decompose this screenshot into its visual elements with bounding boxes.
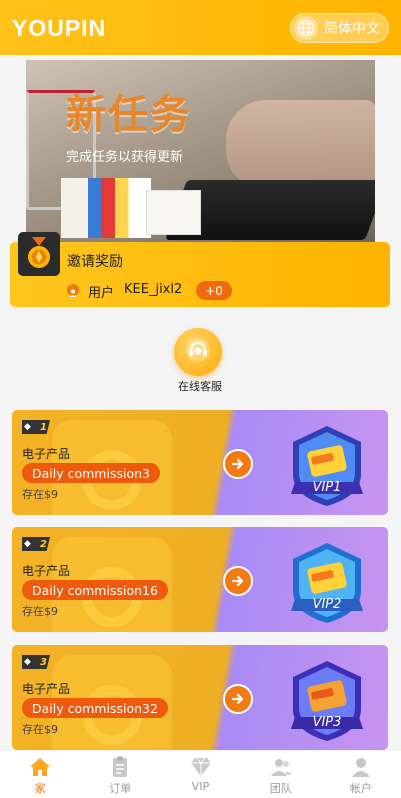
- vip-card-2[interactable]: 2 ◆ 电子产品 Daily commission16 存在$9 VIP2: [12, 527, 388, 632]
- clipboard-icon: [113, 756, 128, 777]
- vip-level-label: VIP3: [312, 715, 342, 730]
- user-name: KEE_jixl2: [124, 282, 183, 297]
- invite-reward-card[interactable]: 邀请奖励 用户 KEE_jixl2 +0: [10, 232, 390, 307]
- vip-shield-icon: [291, 543, 363, 623]
- commission-pill: Daily commission3: [22, 463, 160, 483]
- arrow-right-button[interactable]: [223, 566, 253, 596]
- banner-photo-bags: [61, 178, 151, 238]
- vip-card-3[interactable]: 3 ◆ 电子产品 Daily commission32 存在$9 VIP3: [12, 645, 388, 750]
- team-icon: [270, 759, 292, 776]
- deposit-text: 存在$9: [22, 605, 58, 618]
- promo-banner[interactable]: 新任务 完成任务以获得更新: [26, 60, 375, 246]
- arrow-right-icon: [231, 693, 244, 705]
- app-header: YOUPIN 简体中文: [0, 0, 401, 55]
- deposit-text: 存在$9: [22, 488, 58, 501]
- card-title: 电子产品: [22, 682, 71, 696]
- level-diamond-icon: ◆: [24, 422, 31, 432]
- tab-team[interactable]: 团队: [241, 751, 321, 798]
- diamond-icon: [190, 757, 211, 776]
- online-service-button[interactable]: [174, 328, 222, 376]
- banner-subtitle: 完成任务以获得更新: [66, 150, 184, 165]
- tab-account[interactable]: 帐户: [321, 751, 401, 798]
- medal-icon: [18, 232, 60, 276]
- card-title: 电子产品: [22, 564, 71, 578]
- level-diamond-icon: ◆: [24, 657, 31, 667]
- banner-photo-hands: [226, 100, 375, 190]
- vip-level-label: VIP2: [312, 597, 342, 612]
- tab-label: 订单: [109, 782, 132, 795]
- banner-photo-box: [146, 190, 201, 235]
- language-selector-button[interactable]: 简体中文: [290, 13, 389, 43]
- tab-home[interactable]: 家: [0, 751, 80, 798]
- reward-count-badge: +0: [196, 281, 232, 300]
- headset-icon: [184, 336, 212, 368]
- person-icon: [351, 758, 370, 777]
- vip-card-1[interactable]: 1 ◆ 电子产品 Daily commission3 存在$9 VIP1: [12, 410, 388, 515]
- arrow-right-button[interactable]: [223, 684, 253, 714]
- invite-title: 邀请奖励: [67, 254, 123, 270]
- tab-label: VIP: [191, 780, 210, 793]
- app-logo: YOUPIN: [12, 15, 107, 41]
- user-label: 用户: [88, 286, 115, 301]
- online-service-label: 在线客服: [178, 380, 222, 393]
- tab-label: 团队: [269, 782, 292, 795]
- tab-label: 家: [34, 782, 46, 795]
- commission-pill: Daily commission32: [22, 698, 168, 718]
- tab-orders[interactable]: 订单: [80, 751, 160, 798]
- level-diamond-icon: ◆: [24, 539, 31, 549]
- banner-title: 新任务: [66, 92, 192, 138]
- vip-shield-icon: [291, 661, 363, 741]
- commission-pill: Daily commission16: [22, 580, 168, 600]
- user-icon: [67, 284, 79, 297]
- deposit-text: 存在$9: [22, 723, 58, 736]
- language-label: 简体中文: [324, 21, 380, 37]
- arrow-right-icon: [231, 575, 244, 587]
- tab-vip[interactable]: VIP: [160, 751, 240, 798]
- vip-level-label: VIP1: [312, 480, 342, 495]
- bottom-tab-bar: 家 订单 VIP 团队 帐户: [0, 750, 401, 798]
- vip-shield-icon: [291, 426, 363, 506]
- arrow-right-icon: [231, 458, 244, 470]
- arrow-right-button[interactable]: [223, 449, 253, 479]
- home-icon: [30, 758, 51, 776]
- globe-icon: [294, 16, 318, 40]
- tab-label: 帐户: [349, 782, 372, 795]
- card-title: 电子产品: [22, 447, 71, 461]
